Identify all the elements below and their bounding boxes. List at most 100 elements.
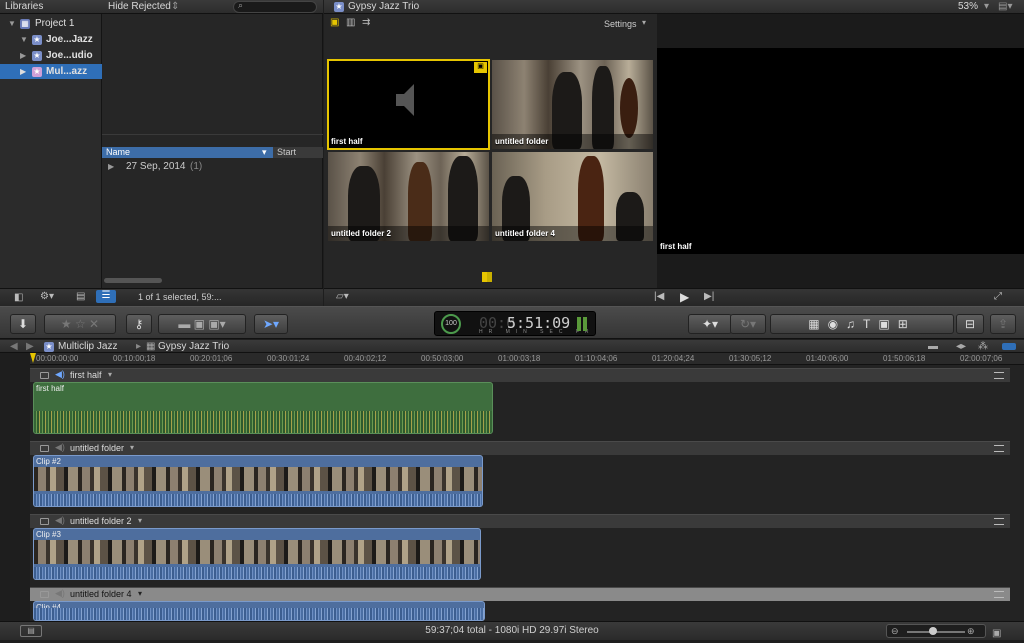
zoom-slider-knob[interactable] <box>929 627 937 635</box>
lane-menu-icon[interactable] <box>994 518 1004 525</box>
video-audio-switch-icon[interactable]: ▣ <box>330 17 339 28</box>
video-clip[interactable]: Clip #2 <box>33 455 483 507</box>
timecode-display[interactable]: 100 00:0 5:51:09 HR MIN SEC FR <box>434 311 596 336</box>
back-arrow-icon[interactable]: ◀ <box>10 341 18 352</box>
multicam-star-icon: ★ <box>334 2 344 12</box>
disclosure-down-icon[interactable]: ▼ <box>8 16 16 31</box>
filter-chevron-icon[interactable]: ⇕ <box>171 1 179 12</box>
disclosure-down-icon[interactable]: ▼ <box>20 32 28 47</box>
chevron-down-icon[interactable]: ▾ <box>130 443 134 452</box>
video-monitor-icon[interactable] <box>40 518 49 525</box>
column-header-start[interactable]: Start <box>273 147 323 158</box>
snapping-toggle[interactable] <box>1002 343 1016 350</box>
edit-buttons[interactable]: ▬ ▣ ▣▾ <box>158 314 246 334</box>
forward-arrow-icon[interactable]: ▶ <box>26 341 34 352</box>
list-view-icon[interactable]: ☰ <box>96 290 116 303</box>
video-monitor-icon[interactable] <box>40 445 49 452</box>
video-clip[interactable]: Clip #4 <box>33 601 485 621</box>
breadcrumb-project[interactable]: Multiclip Jazz <box>58 341 117 352</box>
lane-menu-icon[interactable] <box>994 445 1004 452</box>
retime-button[interactable]: ↻▾ <box>730 314 766 334</box>
sidebar-toggle-icon[interactable]: ◧ <box>14 292 23 303</box>
angle-editor-icon[interactable]: ▱▾ <box>336 291 349 302</box>
clip-appearance-icon[interactable]: ▬ <box>928 341 938 352</box>
themes-button[interactable]: ⊟ <box>956 314 984 334</box>
clip-icon: ▦ <box>146 341 156 352</box>
active-angle-badge-icon: ▣ <box>474 62 487 73</box>
video-monitor-icon[interactable] <box>40 372 49 379</box>
library-item-label: Mul...azz <box>46 66 88 77</box>
zoom-slider[interactable]: ⊖ ⊕ <box>886 624 986 638</box>
timeline-index-icon[interactable]: ▤ <box>20 625 42 637</box>
gear-icon[interactable]: ⚙▾ <box>40 291 54 302</box>
angle-lane-name: untitled folder 4 <box>70 589 132 599</box>
fullscreen-icon[interactable]: ⤢ <box>994 291 1002 302</box>
speaker-icon[interactable]: ◀) <box>55 588 65 599</box>
zoom-in-icon[interactable]: ⊕ <box>967 622 975 640</box>
selection-status: 1 of 1 selected, 59:... <box>138 292 222 302</box>
chevron-down-icon[interactable]: ▾ <box>984 1 989 12</box>
angle-tile-first-half[interactable]: ▣ first half <box>327 59 490 150</box>
speaker-icon[interactable]: ◀) <box>55 515 65 526</box>
chevron-down-icon[interactable]: ▾ <box>138 516 142 525</box>
play-icon[interactable]: ▶ <box>680 290 689 304</box>
rating-buttons[interactable]: ★ ☆ ✕ <box>44 314 116 334</box>
angle-tile-untitled-folder-4[interactable]: untitled folder 4 <box>492 152 653 241</box>
lane-menu-icon[interactable] <box>994 372 1004 379</box>
next-frame-icon[interactable]: ▶| <box>704 291 714 302</box>
audio-meter[interactable] <box>583 317 587 331</box>
library-item-event[interactable]: ▶ ★ Joe...udio <box>0 48 102 63</box>
library-item-event[interactable]: ▼ ★ Joe...Jazz <box>0 32 102 47</box>
angle-lane-header[interactable]: ◀) untitled folder ▾ <box>30 441 1010 455</box>
angle-bank-icon[interactable] <box>482 272 492 282</box>
share-button[interactable]: ⇪ <box>990 314 1016 334</box>
audio-only-switch-icon[interactable]: ⇉ <box>362 17 370 28</box>
settings-dropdown[interactable]: Settings <box>604 19 637 29</box>
chevron-down-icon[interactable]: ▾ <box>642 18 646 27</box>
enhance-button[interactable]: ✦▾ <box>688 314 732 334</box>
angle-lane-header[interactable]: ◀) untitled folder 2 ▾ <box>30 514 1010 528</box>
audio-skimming-icon[interactable]: ⁂ <box>978 341 988 352</box>
breadcrumb-clip[interactable]: Gypsy Jazz Trio <box>158 341 229 352</box>
disclosure-right-icon[interactable]: ▶ <box>20 64 26 79</box>
angle-tile-untitled-folder-2[interactable]: untitled folder 2 <box>328 152 489 241</box>
column-name-label: Name <box>106 147 131 157</box>
disclosure-right-icon[interactable]: ▶ <box>20 48 26 63</box>
keyword-button[interactable]: ⚷ <box>126 314 152 334</box>
video-clip[interactable]: Clip #3 <box>33 528 481 580</box>
background-tasks-indicator[interactable]: 100 <box>441 314 461 334</box>
library-footer: ◧ ⚙▾ ▤ ☰ 1 of 1 selected, 59:... <box>0 288 323 306</box>
timeline-ruler[interactable]: 00:00:00;00 00:10:00;18 00:20:01;06 00:30:0… <box>30 353 1024 365</box>
lane-menu-icon[interactable] <box>994 591 1004 598</box>
inspector-photo-music-title-icons: ▦◉♫T▣⊞ <box>808 317 916 331</box>
search-input[interactable]: ⌕ <box>233 0 317 13</box>
angle-tile-untitled-folder[interactable]: untitled folder <box>492 60 653 149</box>
speaker-icon[interactable]: ◀) <box>55 442 65 453</box>
skimming-icon[interactable]: ◂▸ <box>956 341 966 352</box>
view-options-icon[interactable]: ▤▾ <box>998 1 1012 12</box>
chevron-down-icon[interactable]: ▾ <box>108 370 112 379</box>
audio-clip[interactable]: first half <box>33 382 493 434</box>
angle-lane-header[interactable]: ◀) first half ▾ <box>30 368 1010 382</box>
chevron-down-icon[interactable]: ▾ <box>138 589 142 598</box>
filter-dropdown[interactable]: Hide Rejected <box>108 1 171 12</box>
video-only-switch-icon[interactable]: ▥ <box>346 17 355 28</box>
zoom-out-icon[interactable]: ⊖ <box>891 622 899 640</box>
import-button[interactable]: ⬇ <box>10 314 36 334</box>
zoom-dropdown[interactable]: 53% <box>958 1 978 12</box>
select-tool-button[interactable]: ➤▾ <box>254 314 288 334</box>
speaker-active-icon[interactable]: ◀) <box>55 369 65 380</box>
filmstrip-view-icon[interactable]: ▤ <box>76 291 85 302</box>
library-item-event-selected[interactable]: ▶ ★ Mul...azz <box>0 64 102 79</box>
timeline-header: ◀ ▶ ★ Multiclip Jazz ▸ ▦ Gypsy Jazz Trio… <box>0 340 1024 353</box>
clip-appearance-icon[interactable]: ▣ <box>992 625 1001 643</box>
angle-lane-header[interactable]: ◀) untitled folder 4 ▾ <box>30 587 1010 601</box>
previous-frame-icon[interactable]: |◀ <box>654 291 664 302</box>
media-browser-buttons[interactable]: ▦◉♫T▣⊞ <box>770 314 954 334</box>
horizontal-scrollbar[interactable] <box>104 278 162 283</box>
video-monitor-icon[interactable] <box>40 591 49 598</box>
disclosure-right-icon[interactable]: ▶ <box>108 162 114 171</box>
speaker-icon <box>396 84 414 116</box>
audio-waveform <box>34 411 492 433</box>
library-item-project[interactable]: ▼ ▦ Project 1 <box>0 16 102 31</box>
